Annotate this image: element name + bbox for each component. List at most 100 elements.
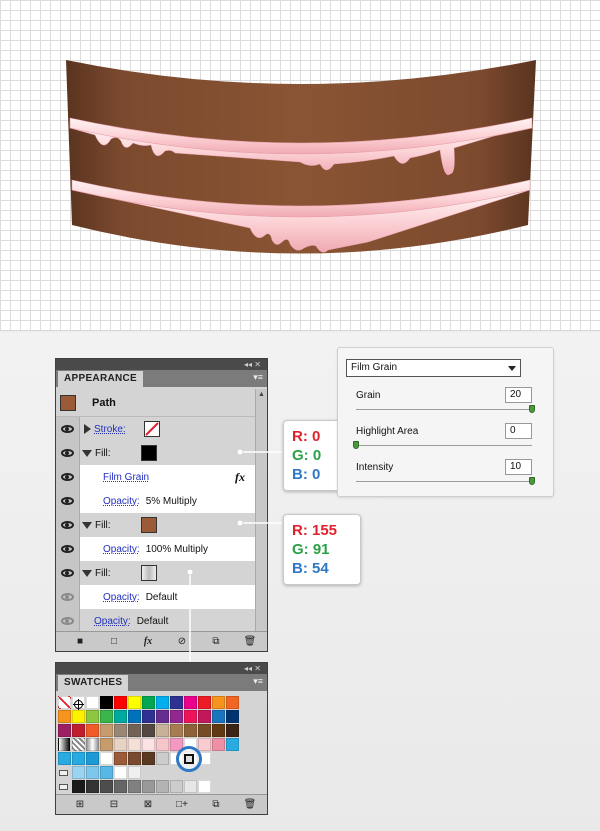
color-swatch[interactable] xyxy=(86,710,99,723)
duplicate-item-icon[interactable]: ⧉ xyxy=(206,636,226,647)
film-grain-effect-link[interactable]: Film Grain xyxy=(103,472,149,483)
color-swatch[interactable] xyxy=(212,696,225,709)
clear-appearance-icon[interactable]: ⊘ xyxy=(172,636,192,647)
color-swatch[interactable] xyxy=(184,724,197,737)
visibility-toggle[interactable] xyxy=(56,585,80,609)
color-swatch[interactable] xyxy=(156,696,169,709)
color-swatch[interactable] xyxy=(212,738,225,751)
appearance-row-film-grain[interactable]: Film Grain fx xyxy=(56,465,255,489)
visibility-toggle[interactable] xyxy=(56,561,80,585)
color-swatch[interactable] xyxy=(100,780,113,793)
panel-window-controls[interactable]: ◂◂ ✕ xyxy=(244,663,261,674)
visibility-toggle[interactable] xyxy=(56,441,80,465)
effect-select[interactable]: Film Grain xyxy=(346,359,521,377)
grain-slider-thumb[interactable] xyxy=(529,405,535,413)
visibility-toggle[interactable] xyxy=(56,537,80,561)
fill-swatch-black[interactable] xyxy=(140,445,157,461)
highlight-area-input[interactable]: 0 xyxy=(505,423,532,439)
delete-swatch-icon[interactable]: 🗑 xyxy=(240,799,260,810)
color-swatch[interactable] xyxy=(156,738,169,751)
swatch-options-icon[interactable]: ⊠ xyxy=(138,799,158,810)
color-swatch[interactable] xyxy=(72,752,85,765)
color-swatch[interactable] xyxy=(128,780,141,793)
appearance-row-fill-brown[interactable]: Fill: xyxy=(56,513,255,537)
color-swatch[interactable] xyxy=(198,738,211,751)
highlight-area-slider-track[interactable] xyxy=(356,445,532,446)
color-swatch[interactable] xyxy=(198,780,211,793)
appearance-row-path-opacity[interactable]: Opacity: Default xyxy=(56,609,255,633)
intensity-slider-thumb[interactable] xyxy=(529,477,535,485)
color-swatch[interactable] xyxy=(156,780,169,793)
panel-titlebar[interactable]: ◂◂ ✕ xyxy=(56,663,267,674)
color-swatch[interactable] xyxy=(114,710,127,723)
panel-menu-icon[interactable]: ▾≡ xyxy=(253,676,263,687)
collapse-triangle-icon[interactable] xyxy=(82,521,92,529)
color-group-folder-icon[interactable] xyxy=(58,780,71,793)
stroke-label[interactable]: Stroke: xyxy=(94,424,126,435)
gradient-swatch[interactable] xyxy=(86,738,99,751)
appearance-row-opacity-1[interactable]: Opacity: 5% Multiply xyxy=(56,489,255,513)
stroke-none-swatch[interactable] xyxy=(143,421,160,437)
fx-icon[interactable]: fx xyxy=(235,470,245,485)
color-swatch[interactable] xyxy=(86,724,99,737)
color-swatch[interactable] xyxy=(226,738,239,751)
tab-appearance[interactable]: APPEARANCE xyxy=(58,371,144,387)
gradient-swatch[interactable] xyxy=(72,738,85,751)
opacity-label[interactable]: Opacity: xyxy=(103,496,140,507)
panel-window-controls[interactable]: ◂◂ ✕ xyxy=(244,359,261,370)
none-swatch-icon[interactable] xyxy=(58,696,71,709)
color-swatch[interactable] xyxy=(86,752,99,765)
appearance-row-fill-gradient[interactable]: Fill: xyxy=(56,561,255,585)
color-swatch[interactable] xyxy=(142,780,155,793)
swatch-libraries-icon[interactable]: ⊞ xyxy=(70,799,90,810)
highlight-area-slider-thumb[interactable] xyxy=(353,441,359,449)
add-stroke-icon[interactable]: ■ xyxy=(70,636,90,647)
color-swatch[interactable] xyxy=(184,710,197,723)
color-swatch[interactable] xyxy=(100,766,113,779)
color-swatch[interactable] xyxy=(114,738,127,751)
color-swatch[interactable] xyxy=(72,710,85,723)
collapse-triangle-icon[interactable] xyxy=(82,569,92,577)
color-swatch[interactable] xyxy=(170,696,183,709)
intensity-slider-track[interactable] xyxy=(356,481,532,482)
opacity-label[interactable]: Opacity: xyxy=(103,544,140,555)
color-swatch[interactable] xyxy=(142,738,155,751)
intensity-input[interactable]: 10 xyxy=(505,459,532,475)
color-swatch[interactable] xyxy=(114,696,127,709)
appearance-row-opacity-2[interactable]: Opacity: 100% Multiply xyxy=(56,537,255,561)
registration-swatch-icon[interactable] xyxy=(72,696,85,710)
show-kinds-icon[interactable]: ⊟ xyxy=(104,799,124,810)
color-swatch[interactable] xyxy=(86,766,99,779)
color-swatch[interactable] xyxy=(86,696,99,709)
color-swatch[interactable] xyxy=(100,696,113,709)
color-swatch[interactable] xyxy=(226,724,239,737)
color-swatch[interactable] xyxy=(142,752,155,765)
color-swatch[interactable] xyxy=(212,710,225,723)
color-swatch[interactable] xyxy=(142,710,155,723)
color-swatch[interactable] xyxy=(156,710,169,723)
appearance-row-opacity-3[interactable]: Opacity: Default xyxy=(56,585,255,609)
appearance-header-row[interactable]: Path xyxy=(56,389,255,417)
appearance-scrollbar[interactable]: ▲ ▼ xyxy=(255,389,267,651)
visibility-toggle[interactable] xyxy=(56,417,80,441)
color-swatch[interactable] xyxy=(128,710,141,723)
tab-swatches[interactable]: SWATCHES xyxy=(58,675,129,691)
expand-triangle-icon[interactable] xyxy=(84,424,91,434)
panel-menu-icon[interactable]: ▾≡ xyxy=(253,372,263,383)
collapse-triangle-icon[interactable] xyxy=(82,449,92,457)
color-swatch[interactable] xyxy=(100,710,113,723)
color-swatch[interactable] xyxy=(170,780,183,793)
color-swatch[interactable] xyxy=(114,766,127,779)
color-swatch[interactable] xyxy=(212,724,225,737)
color-swatch[interactable] xyxy=(58,724,71,737)
color-swatch[interactable] xyxy=(142,724,155,737)
color-swatch[interactable] xyxy=(128,766,141,779)
color-swatch[interactable] xyxy=(72,766,85,779)
opacity-label[interactable]: Opacity: xyxy=(103,592,140,603)
color-swatch[interactable] xyxy=(198,724,211,737)
color-swatch[interactable] xyxy=(156,752,169,765)
color-swatch[interactable] xyxy=(114,752,127,765)
color-swatch[interactable] xyxy=(128,752,141,765)
color-group-folder-icon[interactable] xyxy=(58,766,71,779)
color-swatch[interactable] xyxy=(184,696,197,709)
